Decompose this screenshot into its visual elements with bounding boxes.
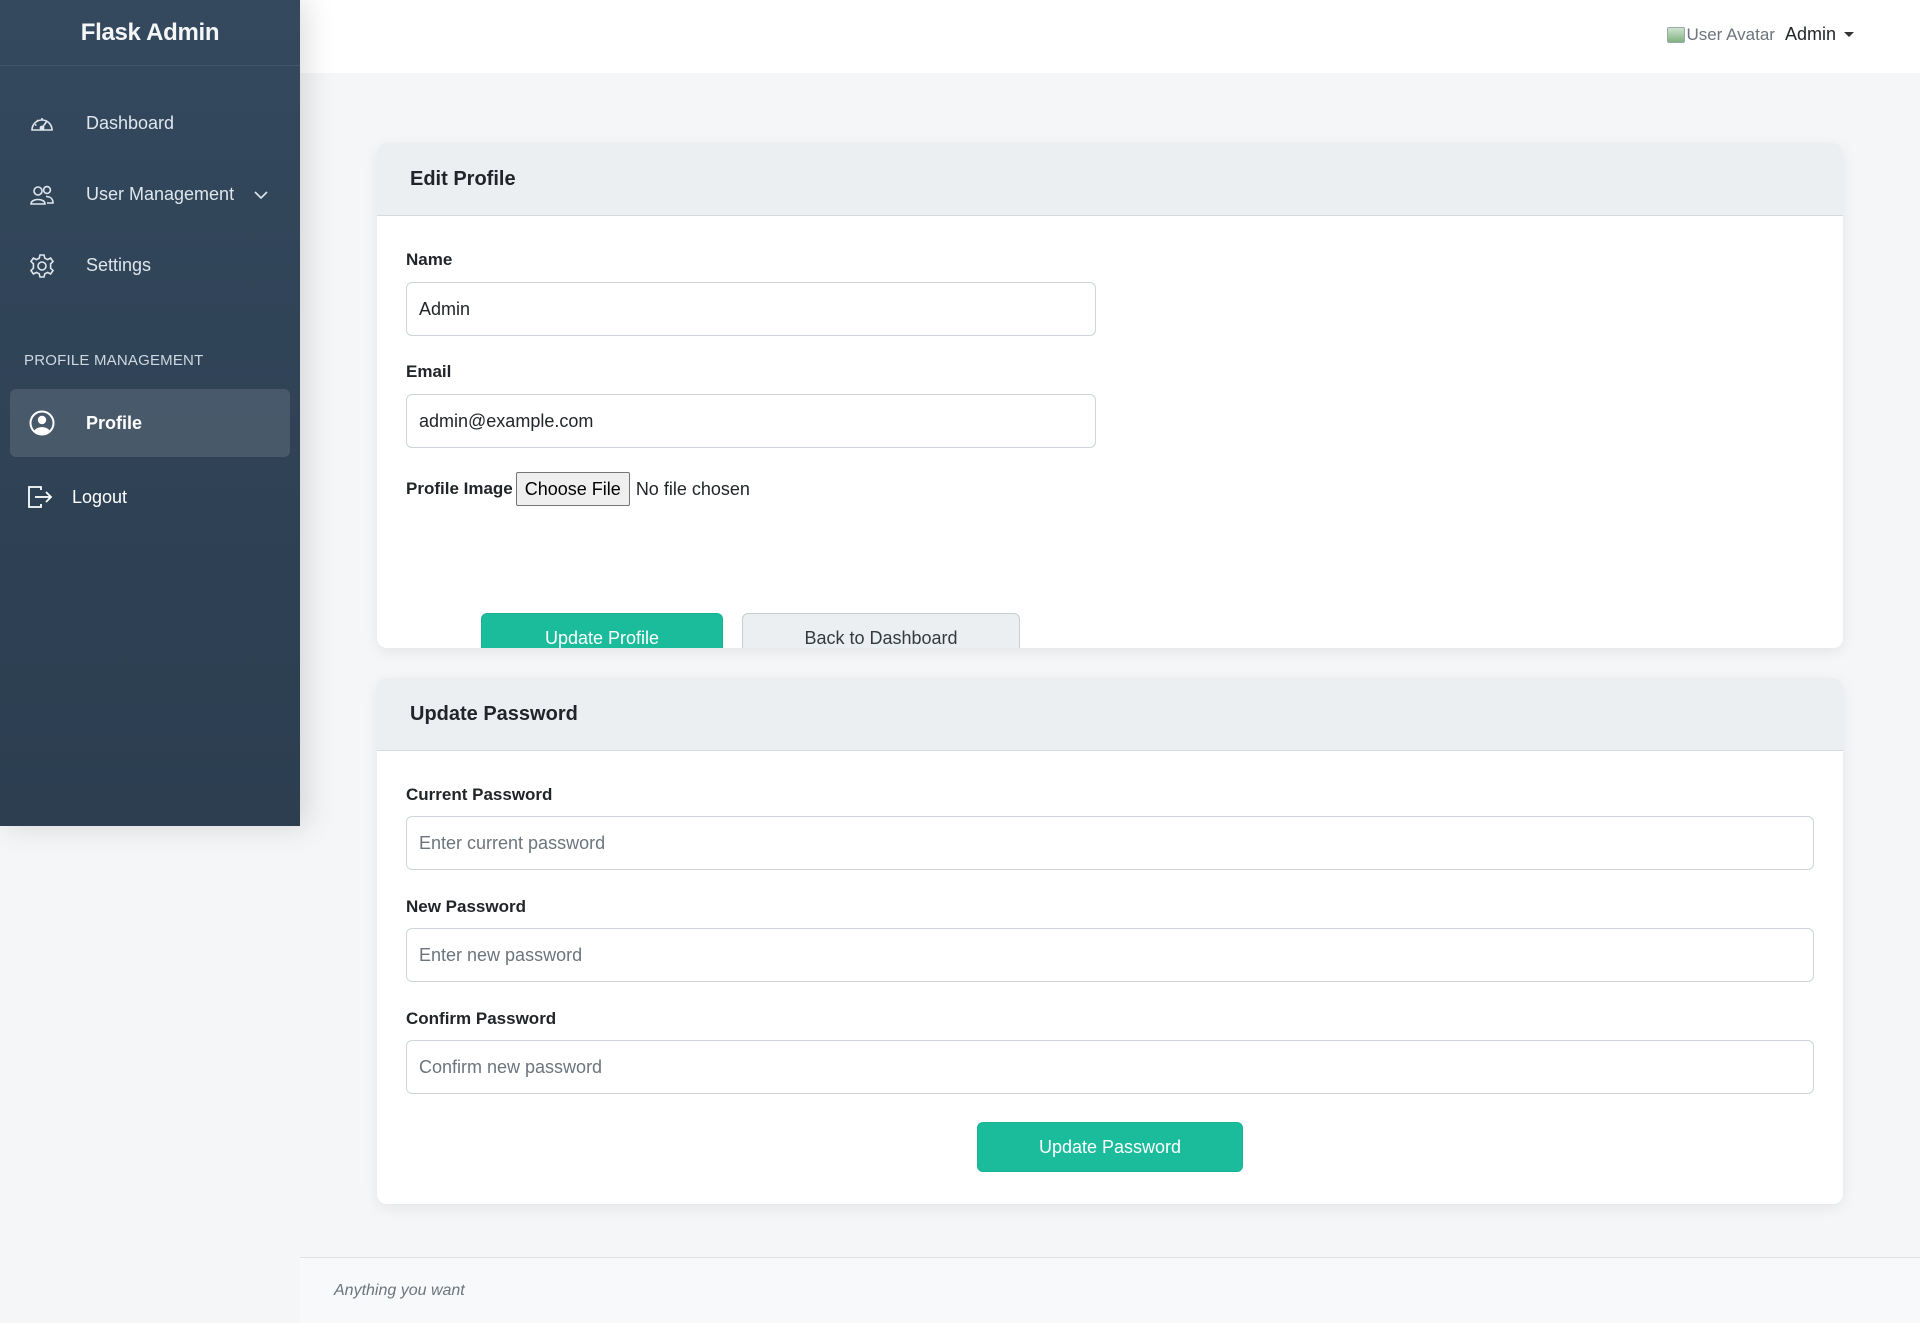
new-password-input[interactable] (406, 928, 1814, 982)
caret-down-icon[interactable] (1844, 32, 1854, 37)
new-password-label: New Password (406, 897, 526, 916)
email-label: Email (406, 362, 452, 381)
profile-image-field: Profile Image Choose File No file chosen (406, 472, 750, 506)
file-status: No file chosen (635, 478, 750, 499)
profile-image-label: Profile Image (406, 479, 513, 498)
choose-file-button[interactable]: Choose File (515, 472, 630, 506)
sidebar-item-label: Dashboard (86, 113, 175, 133)
update-profile-button[interactable]: Update Profile (481, 613, 723, 648)
confirm-password-input[interactable] (406, 1040, 1814, 1094)
sidebar-item-settings[interactable]: Settings (0, 230, 300, 301)
username[interactable]: Admin (1785, 24, 1836, 45)
sidebar-item-label: Profile (86, 412, 143, 433)
update-password-card: Update Password Current Password New Pas… (377, 678, 1843, 1204)
name-input[interactable] (406, 282, 1096, 336)
card-title: Edit Profile (377, 143, 1843, 216)
avatar-alt-text: User Avatar (1686, 24, 1775, 44)
edit-profile-card: Edit Profile Name Email Profile Image Ch… (377, 143, 1843, 648)
users-icon (28, 181, 56, 209)
avatar[interactable]: User Avatar (1667, 25, 1775, 45)
back-to-dashboard-button[interactable]: Back to Dashboard (742, 613, 1020, 648)
sidebar-item-label: Settings (86, 255, 152, 275)
sidebar-item-user-management[interactable]: User Management (0, 159, 300, 230)
logout-icon (26, 483, 54, 511)
confirm-password-label: Confirm Password (406, 1009, 557, 1028)
footer-text: Anything you want (334, 1281, 465, 1299)
brand-logo[interactable]: Flask Admin (0, 0, 300, 66)
current-password-label: Current Password (406, 785, 553, 804)
chevron-down-icon[interactable] (252, 186, 270, 204)
user-circle-icon (28, 409, 56, 437)
update-password-button[interactable]: Update Password (977, 1122, 1243, 1172)
sidebar-item-logout[interactable]: Logout (0, 457, 300, 537)
sidebar: Flask Admin Dashboard User Management Se… (0, 0, 300, 826)
sidebar-nav: Dashboard User Management Settings PROFI… (0, 88, 300, 537)
topbar: User Avatar Admin (300, 0, 1920, 73)
sidebar-item-label: User Management (86, 184, 235, 204)
section-label-profile-management: PROFILE MANAGEMENT (24, 351, 204, 369)
gear-icon (28, 252, 56, 280)
email-input[interactable] (406, 394, 1096, 448)
sidebar-item-dashboard[interactable]: Dashboard (0, 88, 300, 159)
broken-image-icon (1667, 26, 1686, 43)
card-title: Update Password (377, 678, 1843, 751)
speedometer-icon (28, 110, 56, 138)
current-password-input[interactable] (406, 816, 1814, 870)
sidebar-item-profile[interactable]: Profile (10, 389, 290, 457)
footer: Anything you want (300, 1257, 1920, 1323)
user-menu-dropdown[interactable]: User Avatar Admin (1667, 24, 1854, 45)
sidebar-item-label: Logout (72, 486, 128, 507)
name-label: Name (406, 250, 453, 269)
